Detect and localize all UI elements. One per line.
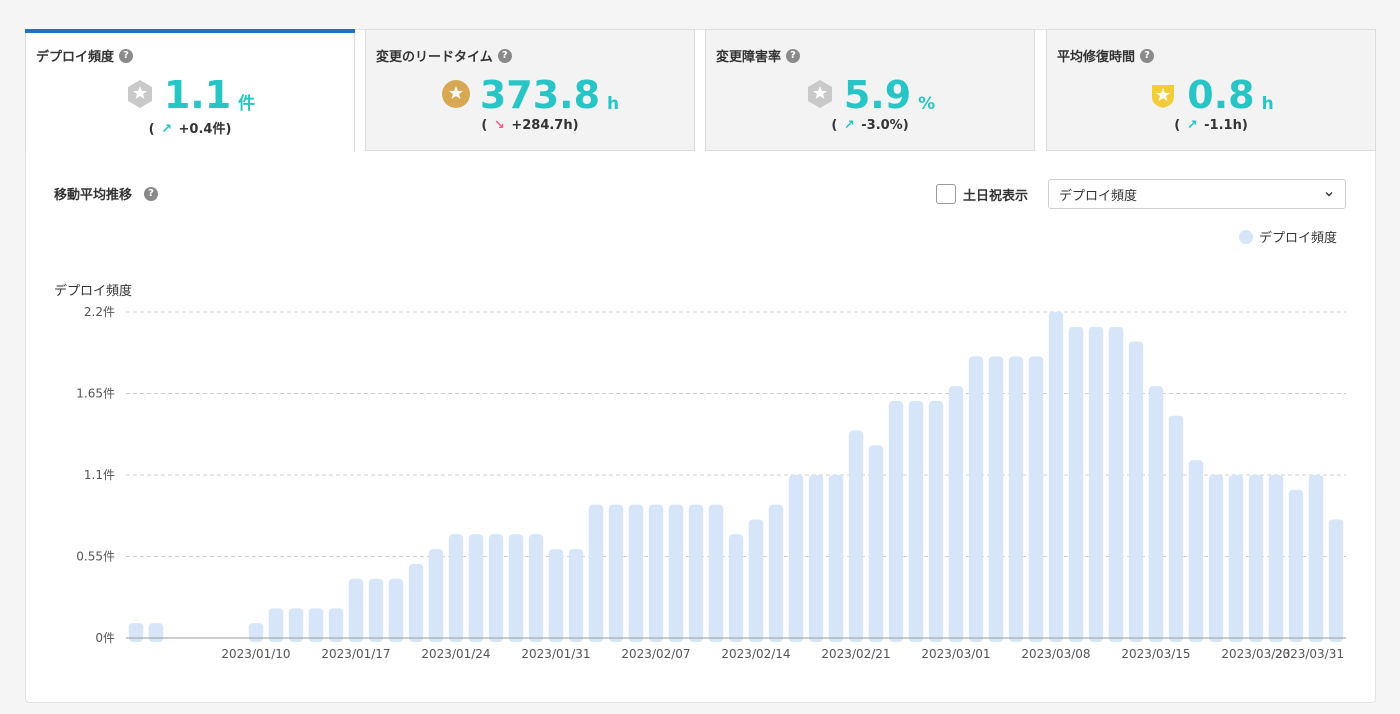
chart-bar[interactable] [1108, 326, 1124, 642]
x-tick-label: 2023/02/07 [621, 647, 690, 661]
chart-bar[interactable] [128, 623, 144, 642]
chart-bar[interactable] [508, 534, 524, 642]
chart-bar[interactable] [588, 504, 604, 642]
chart-bar[interactable] [1328, 519, 1344, 642]
x-tick-label: 2023/02/21 [821, 647, 890, 661]
chart-bar[interactable] [1168, 415, 1184, 642]
chart-bar[interactable] [568, 549, 584, 642]
chart-bar[interactable] [688, 504, 704, 642]
x-tick-label: 2023/03/08 [1021, 647, 1090, 661]
chart-bar[interactable] [648, 504, 664, 642]
y-tick-label: 0件 [95, 631, 115, 645]
x-tick-label: 2023/03/31 [1275, 647, 1344, 661]
chart-bar[interactable] [988, 356, 1004, 642]
chart-bar[interactable] [928, 400, 944, 642]
chart-bar[interactable] [788, 475, 804, 642]
chart-bar[interactable] [1228, 475, 1244, 642]
chart-bar[interactable] [1208, 475, 1224, 642]
chart-bar[interactable] [1288, 489, 1304, 642]
chart-bar[interactable] [488, 534, 504, 642]
chart-bar[interactable] [448, 534, 464, 642]
chart-bar[interactable] [748, 519, 764, 642]
chart-bar[interactable] [848, 430, 864, 642]
chart-bar[interactable] [708, 504, 724, 642]
chart-bar[interactable] [668, 504, 684, 642]
chart-bar[interactable] [1188, 460, 1204, 642]
chart-bar[interactable] [428, 549, 444, 642]
chart-bar[interactable] [1068, 326, 1084, 642]
chart-bar[interactable] [968, 356, 984, 642]
x-tick-label: 2023/03/15 [1121, 647, 1190, 661]
x-tick-label: 2023/02/14 [721, 647, 790, 661]
chart-bar[interactable] [408, 563, 424, 642]
chart-bar[interactable] [1248, 475, 1264, 642]
chart-bar[interactable] [308, 608, 324, 642]
chart-bar[interactable] [548, 549, 564, 642]
x-tick-label: 2023/01/10 [221, 647, 290, 661]
chart-bar[interactable] [948, 386, 964, 642]
chart-bar[interactable] [1048, 312, 1064, 642]
chart-bar[interactable] [1008, 356, 1024, 642]
chart-bar[interactable] [1088, 326, 1104, 642]
x-tick-label: 2023/01/31 [521, 647, 590, 661]
y-tick-label: 1.1件 [84, 468, 115, 482]
chart-bar[interactable] [728, 534, 744, 642]
chart-bar[interactable] [1308, 475, 1324, 642]
chart-bar[interactable] [1028, 356, 1044, 642]
chart-bar[interactable] [248, 623, 264, 642]
chart-bar[interactable] [348, 578, 364, 642]
x-tick-label: 2023/01/17 [321, 647, 390, 661]
chart-bar[interactable] [808, 475, 824, 642]
chart-bar[interactable] [528, 534, 544, 642]
y-tick-label: 0.55件 [76, 550, 115, 564]
x-tick-label: 2023/03/01 [921, 647, 990, 661]
chart-bar[interactable] [828, 475, 844, 642]
chart-bar[interactable] [388, 578, 404, 642]
chart-bar[interactable] [608, 504, 624, 642]
chart-bar[interactable] [888, 400, 904, 642]
chart-bar[interactable] [1148, 386, 1164, 642]
chart-bar[interactable] [328, 608, 344, 642]
chart-bar[interactable] [268, 608, 284, 642]
y-tick-label: 2.2件 [84, 305, 115, 319]
y-tick-label: 1.65件 [76, 387, 115, 401]
chart-bar[interactable] [288, 608, 304, 642]
chart-bar[interactable] [868, 445, 884, 642]
chart-bar[interactable] [468, 534, 484, 642]
chart-bar[interactable] [1128, 341, 1144, 642]
chart-bar[interactable] [768, 504, 784, 642]
chart-bar[interactable] [908, 400, 924, 642]
bar-chart: 0件 0.55件 1.1件 1.65件 2.2件 2023/01/10 2023/01/17… [76, 305, 1346, 661]
chart-bar[interactable] [368, 578, 384, 642]
chart-bar[interactable] [1268, 475, 1284, 642]
chart-bar[interactable] [628, 504, 644, 642]
chart-bar[interactable] [148, 623, 164, 642]
x-tick-label: 2023/01/24 [421, 647, 490, 661]
